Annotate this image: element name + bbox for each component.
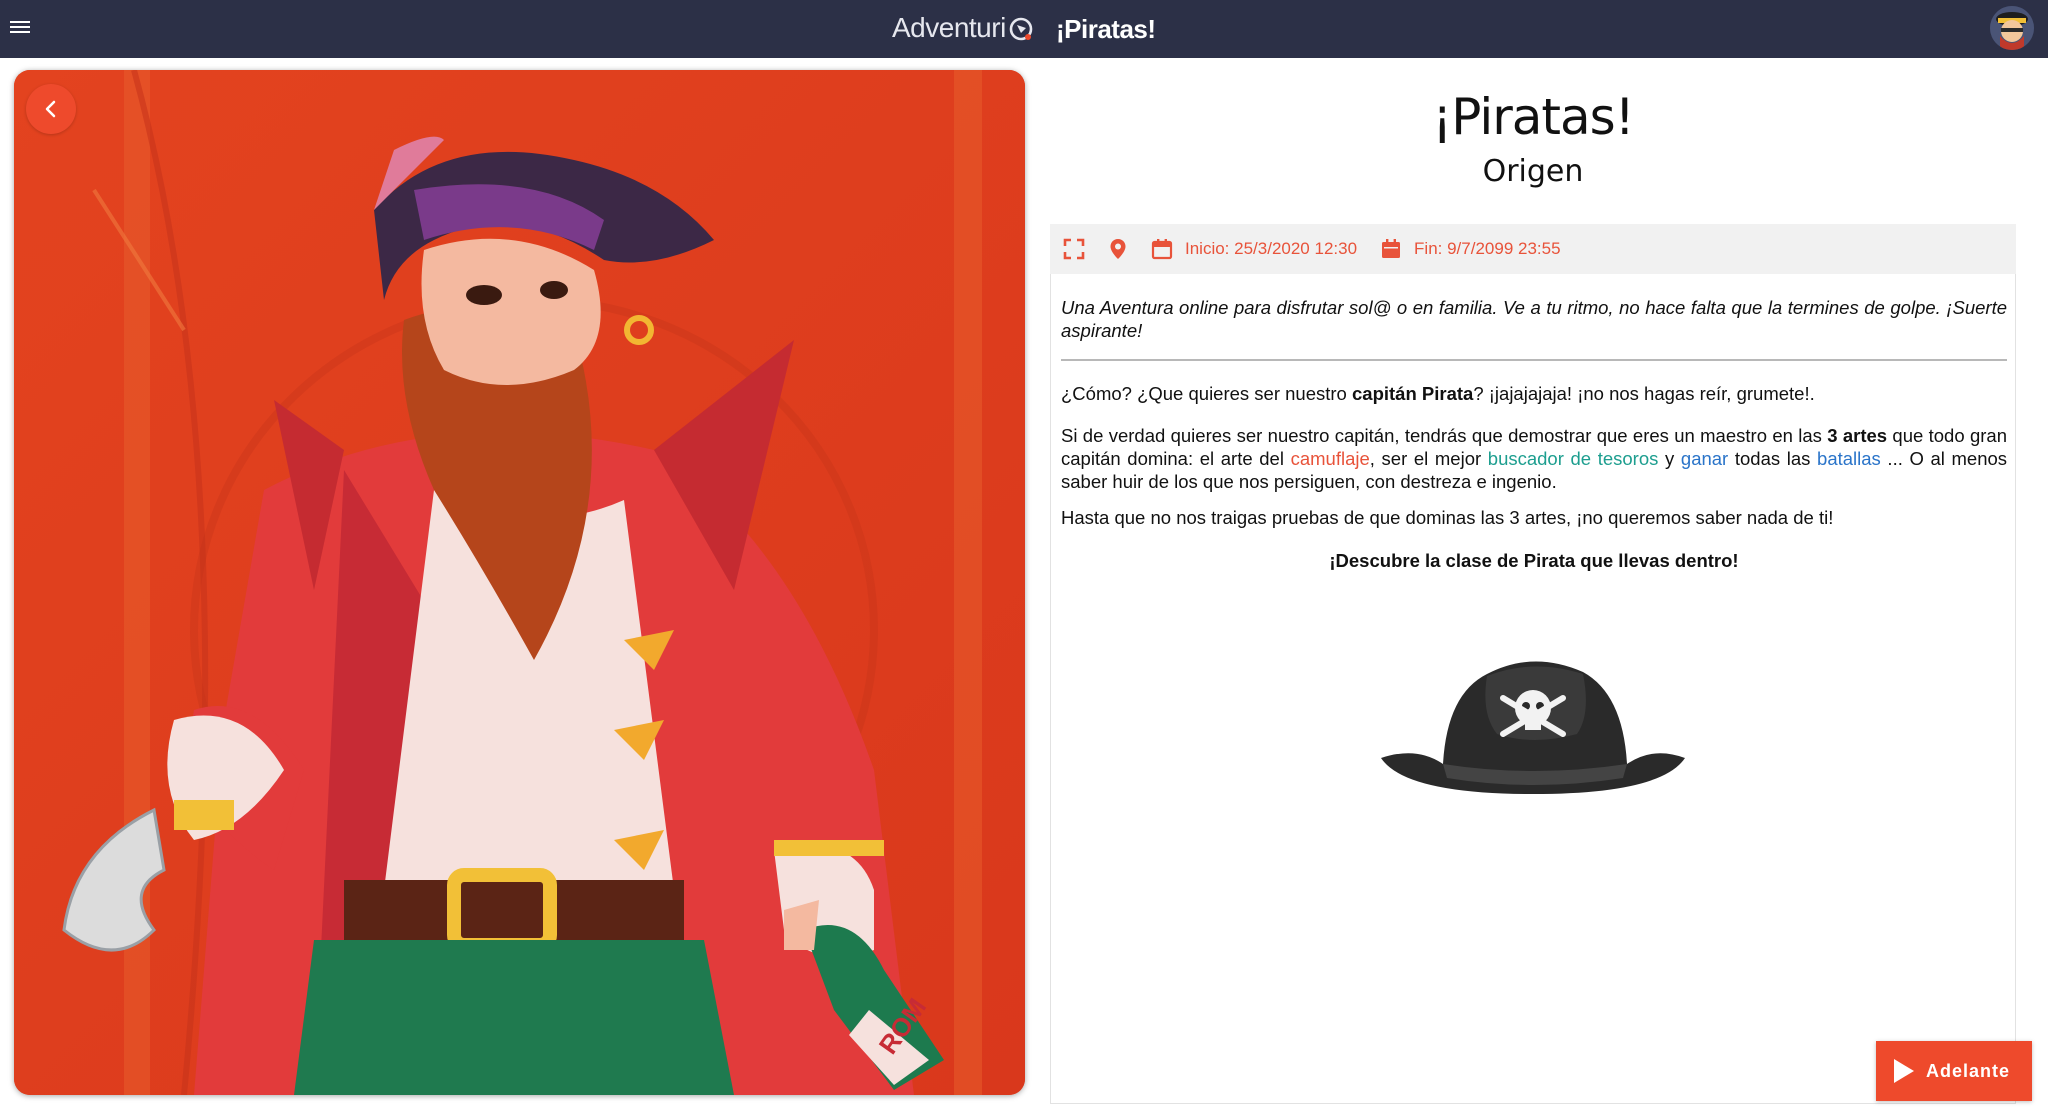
paragraph-three-arts: Si de verdad quieres ser nuestro capitán… bbox=[1061, 425, 2008, 492]
calendar-filled-icon bbox=[1379, 237, 1403, 261]
link-camuflaje: camuflaje bbox=[1290, 448, 1370, 469]
adventure-title: ¡Piratas! bbox=[1432, 88, 1635, 146]
link-ganar: ganar bbox=[1680, 448, 1729, 469]
adventure-description: Una Aventura online para disfrutar sol@ … bbox=[1050, 274, 2016, 1104]
top-bar: Adventuri ¡Piratas! bbox=[0, 0, 2048, 58]
app-title: ¡Piratas! bbox=[1056, 14, 1156, 44]
adventure-subtitle: Origen bbox=[1482, 154, 1584, 189]
info-bar: Inicio: 25/3/2020 12:30 Fin: 9/7/2099 23… bbox=[1050, 224, 2016, 274]
paragraph-proof: Hasta que no nos traigas pruebas de que … bbox=[1061, 507, 1834, 528]
brand-logo: Adventuri bbox=[892, 10, 1036, 46]
intro-text: Una Aventura online para disfrutar sol@ … bbox=[1061, 297, 2007, 341]
paragraph-discover: ¡Descubre la clase de Pirata que llevas … bbox=[1329, 550, 1739, 571]
brand-name: Adventuri bbox=[892, 12, 1006, 43]
divider bbox=[1061, 359, 2007, 361]
pirate-hat-skull bbox=[1377, 654, 1689, 794]
pirate-avatar[interactable] bbox=[1990, 6, 2034, 50]
next-button-label: Adelante bbox=[1926, 1060, 2011, 1081]
map-pin-icon[interactable] bbox=[1106, 237, 1130, 261]
chevron-left-icon bbox=[45, 100, 56, 118]
link-buscador-de-tesoros: buscador de tesoros bbox=[1487, 448, 1659, 469]
start-date: Inicio: 25/3/2020 12:30 bbox=[1185, 239, 1358, 258]
link-batallas: batallas bbox=[1817, 448, 1881, 469]
brand-compass-icon bbox=[1008, 14, 1036, 42]
adventure-detail-panel: ¡Piratas! Origen Inicio: 25/3/2020 12:30 bbox=[1050, 58, 2016, 1111]
end-date: Fin: 9/7/2099 23:55 bbox=[1414, 239, 1561, 258]
paragraph-question: ¿Cómo? ¿Que quieres ser nuestro capitán … bbox=[1061, 383, 1815, 404]
calendar-outline-icon bbox=[1150, 237, 1174, 261]
next-button[interactable]: Adelante bbox=[1876, 1041, 2032, 1101]
play-icon bbox=[1894, 1059, 1914, 1083]
pirate-captain-illustration: ROM bbox=[14, 70, 1025, 1095]
fullscreen-icon[interactable] bbox=[1062, 237, 1086, 261]
hamburger-menu-icon[interactable] bbox=[10, 17, 32, 39]
back-button[interactable] bbox=[26, 84, 76, 134]
